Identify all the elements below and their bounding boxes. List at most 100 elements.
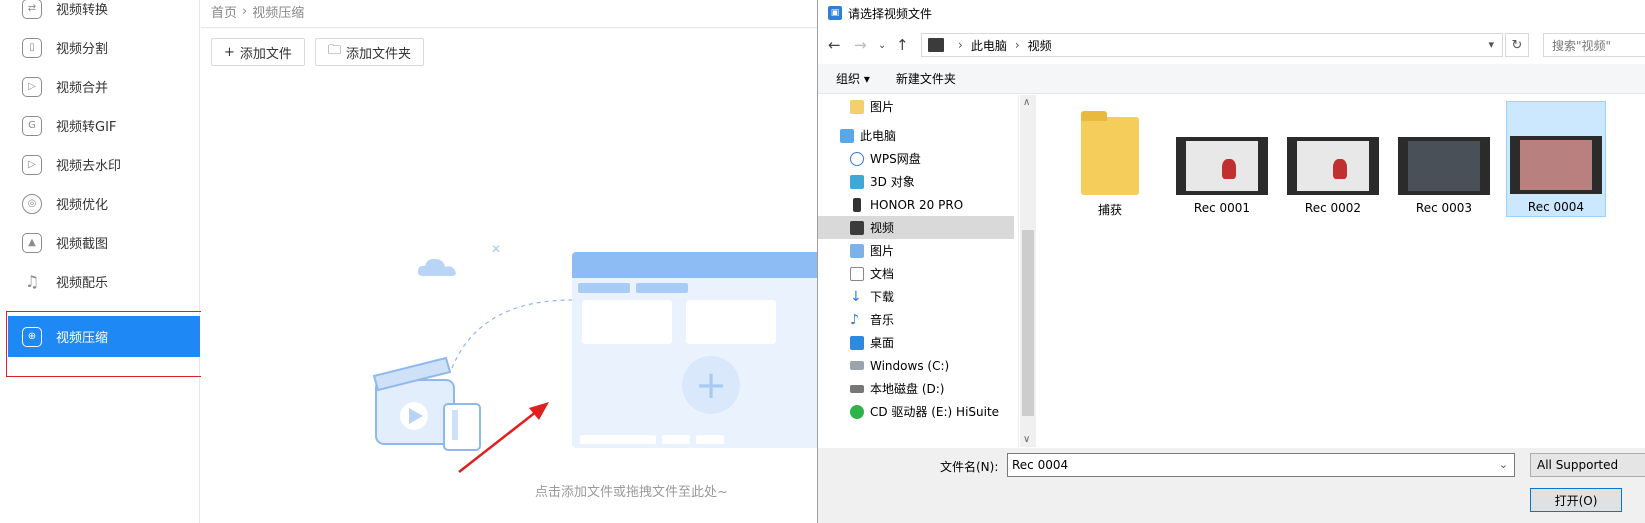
sparkle-icon: ✕ xyxy=(491,242,502,256)
video-folder-icon xyxy=(928,38,944,52)
pictures-icon xyxy=(850,99,864,114)
organize-menu[interactable]: 组织 ▾ xyxy=(836,70,870,87)
forward-arrow-icon[interactable]: → xyxy=(854,36,867,54)
video-thumbnail xyxy=(1398,137,1490,195)
refresh-icon[interactable]: ↻ xyxy=(1505,33,1529,57)
navigation-tree: 图片 此电脑 WPS网盘 3D 对象 HONOR 20 PRO 视频 图片 文档… xyxy=(818,95,1019,447)
gif-icon: G xyxy=(22,115,42,136)
sidebar-item-convert[interactable]: ⇄ 视频转换 xyxy=(8,0,200,29)
up-arrow-icon[interactable]: ↑ xyxy=(896,36,909,54)
video-thumbnail xyxy=(1510,136,1602,194)
chevron-down-icon[interactable]: ▾ xyxy=(1488,38,1494,51)
breadcrumb-current: 视频压缩 xyxy=(252,5,305,21)
filename-label: 文件名(N): xyxy=(940,460,999,474)
tree-item-wps[interactable]: WPS网盘 xyxy=(818,147,1014,170)
video-thumbnail xyxy=(1176,137,1268,195)
scroll-down-icon[interactable]: ∨ xyxy=(1023,434,1030,445)
sidebar-item-label: 视频配乐 xyxy=(56,276,109,291)
folder-icon xyxy=(1081,111,1139,195)
drop-hint: 点击添加文件或拖拽文件至此处~ xyxy=(535,485,728,500)
breadcrumb-separator: › xyxy=(242,3,248,19)
cloud-icon xyxy=(417,258,456,276)
scroll-thumb[interactable] xyxy=(1022,230,1034,416)
sidebar-item-label: 视频截图 xyxy=(56,237,109,252)
3d-objects-icon xyxy=(850,174,864,189)
sidebar-item-gif[interactable]: G 视频转GIF xyxy=(8,105,200,146)
address-bar[interactable]: › 此电脑 › 视频 ▾ xyxy=(921,33,1503,57)
watermark-icon: ▷ xyxy=(22,154,42,175)
video-thumbnail xyxy=(1287,137,1379,195)
add-folder-button[interactable]: 🗀 添加文件夹 xyxy=(315,38,425,66)
file-item-video[interactable]: Rec 0001 xyxy=(1172,103,1272,219)
tree-item-drive-e[interactable]: CD 驱动器 (E:) HiSuite xyxy=(818,400,1014,423)
screen: ⇄ 视频转换 ▯ 视频分割 ▷ 视频合并 G 视频转GIF ▷ 视频去水印 ◎ 视频优化 ▲… xyxy=(0,0,1645,523)
sidebar-item-label: 视频转换 xyxy=(56,3,109,18)
screenshot-icon: ▲ xyxy=(22,232,42,253)
tree-item-phone[interactable]: HONOR 20 PRO xyxy=(818,193,1014,216)
sidebar-item-label: 视频转GIF xyxy=(56,120,117,135)
split-icon: ▯ xyxy=(22,37,42,58)
sidebar-item-screenshot[interactable]: ▲ 视频截图 xyxy=(8,222,200,263)
app-icon: ▣ xyxy=(828,6,842,20)
plus-circle-icon: + xyxy=(682,356,740,414)
tree-item-pictures[interactable]: 图片 xyxy=(818,95,1014,118)
address-folder[interactable]: 视频 xyxy=(1028,37,1052,54)
dialog-title-bar: ▣ 请选择视频文件 xyxy=(818,0,1645,26)
tree-item-drive-c[interactable]: Windows (C:) xyxy=(818,354,1014,377)
file-item-video-selected[interactable]: Rec 0004 xyxy=(1506,101,1606,217)
file-list: 捕获 Rec 0001 Rec 0002 Rec 0003 Rec 0004 xyxy=(1038,95,1645,447)
merge-icon: ▷ xyxy=(22,76,42,97)
tree-item-downloads[interactable]: ↓ 下载 xyxy=(818,285,1014,308)
recent-dropdown-icon[interactable]: ⌄ xyxy=(878,40,886,51)
back-arrow-icon[interactable]: ← xyxy=(828,36,841,54)
file-item-folder[interactable]: 捕获 xyxy=(1060,103,1160,219)
add-file-label: 添加文件 xyxy=(239,46,292,62)
filetype-select[interactable]: All Supported xyxy=(1530,453,1645,477)
tree-item-desktop[interactable]: 桌面 xyxy=(818,331,1014,354)
cloud-drive-icon xyxy=(850,151,864,166)
tree-item-this-pc[interactable]: 此电脑 xyxy=(818,124,1014,147)
dialog-title: 请选择视频文件 xyxy=(848,6,933,21)
tree-scrollbar[interactable]: ∧ ∨ xyxy=(1020,95,1036,447)
sidebar-item-watermark[interactable]: ▷ 视频去水印 xyxy=(8,144,200,185)
sidebar-item-split[interactable]: ▯ 视频分割 xyxy=(8,27,200,68)
tree-item-drive-d[interactable]: 本地磁盘 (D:) xyxy=(818,377,1014,400)
scroll-up-icon[interactable]: ∧ xyxy=(1023,97,1030,108)
sidebar-item-music[interactable]: ♫ 视频配乐 xyxy=(8,261,200,302)
chevron-down-icon[interactable]: ⌄ xyxy=(1499,458,1508,471)
sidebar-item-label: 视频分割 xyxy=(56,42,109,57)
add-file-button[interactable]: + 添加文件 xyxy=(211,38,305,66)
dialog-footer: 文件名(N): Rec 0004 ⌄ All Supported 打开(O) xyxy=(818,448,1645,523)
sidebar-item-label: 视频优化 xyxy=(56,198,109,213)
optimize-icon: ◎ xyxy=(22,193,42,214)
annotation-highlight-box xyxy=(6,311,205,377)
sidebar-item-optimize[interactable]: ◎ 视频优化 xyxy=(8,183,200,224)
windows-drive-icon xyxy=(850,361,864,370)
file-item-video[interactable]: Rec 0003 xyxy=(1394,103,1494,219)
file-item-video[interactable]: Rec 0002 xyxy=(1283,103,1383,219)
tree-item-3d[interactable]: 3D 对象 xyxy=(818,170,1014,193)
documents-icon xyxy=(850,266,864,281)
address-root[interactable]: 此电脑 xyxy=(971,37,1007,54)
tree-item-music[interactable]: ♪ 音乐 xyxy=(818,308,1014,331)
breadcrumb-home[interactable]: 首页 xyxy=(211,2,237,21)
tree-item-videos[interactable]: 视频 xyxy=(818,216,1014,239)
tree-item-pictures-2[interactable]: 图片 xyxy=(818,239,1014,262)
video-clapper-illustration xyxy=(372,356,481,451)
tree-item-documents[interactable]: 文档 xyxy=(818,262,1014,285)
pictures-icon xyxy=(850,243,864,258)
disk-drive-icon xyxy=(850,384,864,393)
search-input[interactable]: 搜索"视频" xyxy=(1543,33,1645,57)
open-button[interactable]: 打开(O) xyxy=(1530,488,1622,512)
sidebar: ⇄ 视频转换 ▯ 视频分割 ▷ 视频合并 G 视频转GIF ▷ 视频去水印 ◎ 视频优化 ▲… xyxy=(0,0,200,523)
upload-illustration-window: + xyxy=(572,252,832,448)
new-folder-button[interactable]: 新建文件夹 xyxy=(896,70,956,87)
sidebar-item-merge[interactable]: ▷ 视频合并 xyxy=(8,66,200,107)
sidebar-item-label: 视频去水印 xyxy=(56,159,122,174)
music-note-icon: ♪ xyxy=(850,311,859,328)
desktop-icon xyxy=(850,335,864,350)
videos-icon xyxy=(850,220,864,235)
file-open-dialog: ▣ 请选择视频文件 ← → ⌄ ↑ › 此电脑 › 视频 ▾ ↻ 搜索"视频" … xyxy=(817,0,1645,523)
filename-input[interactable]: Rec 0004 ⌄ xyxy=(1007,453,1515,477)
add-folder-label: 添加文件夹 xyxy=(346,46,412,62)
